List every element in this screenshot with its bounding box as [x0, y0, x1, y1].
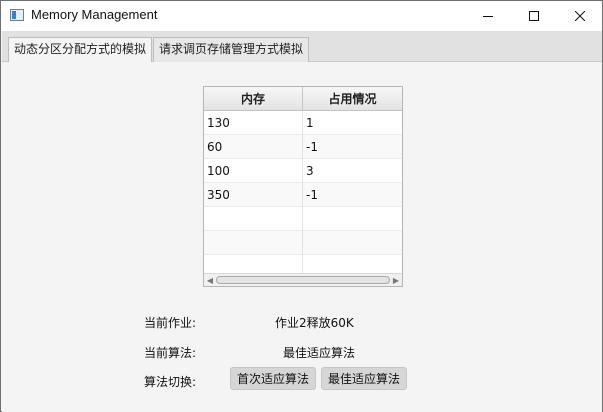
scroll-left-icon[interactable]: ◀ — [204, 274, 216, 286]
scroll-right-icon[interactable]: ▶ — [390, 274, 402, 286]
table-body: 130 1 60 -1 100 3 350 -1 — [204, 111, 402, 279]
horizontal-scrollbar[interactable]: ◀ ▶ — [204, 273, 402, 286]
minimize-icon — [483, 16, 493, 17]
tab-bar: 动态分区分配方式的模拟 请求调页存储管理方式模拟 — [2, 31, 602, 63]
app-icon — [10, 9, 24, 21]
algorithm-switch-label: 算法切换: — [144, 375, 197, 389]
current-algorithm-value: 最佳适应算法 — [283, 346, 356, 360]
current-job-label: 当前作业: — [144, 316, 197, 330]
minimize-button[interactable] — [465, 1, 511, 31]
table-row[interactable]: 60 -1 — [204, 135, 402, 159]
current-algorithm-label: 当前算法: — [144, 346, 197, 360]
close-button[interactable] — [557, 1, 603, 31]
table-row[interactable]: 100 3 — [204, 159, 402, 183]
cell-occupancy: 1 — [306, 116, 314, 130]
title-bar[interactable]: Memory Management — [1, 1, 602, 31]
column-header-memory[interactable]: 内存 — [204, 87, 303, 111]
cell-memory: 130 — [204, 111, 303, 135]
memory-table[interactable]: 内存 占用情况 130 1 60 -1 100 3 350 -1 ◀ ▶ — [203, 86, 403, 287]
cell-occupancy — [303, 207, 402, 231]
maximize-icon — [529, 11, 539, 21]
cell-memory: 350 — [204, 183, 303, 207]
column-header-occupancy[interactable]: 占用情况 — [303, 87, 402, 111]
cell-memory — [204, 231, 303, 255]
cell-memory — [204, 207, 303, 231]
table-row-empty — [204, 207, 402, 231]
close-icon — [575, 11, 585, 21]
best-fit-button[interactable]: 最佳适应算法 — [321, 367, 408, 390]
table-row[interactable]: 350 -1 — [204, 183, 402, 207]
first-fit-button[interactable]: 首次适应算法 — [230, 367, 317, 390]
cell-occupancy: -1 — [306, 188, 318, 202]
cell-occupancy: -1 — [306, 140, 318, 154]
table-row-empty — [204, 231, 402, 255]
tab-content: 内存 占用情况 130 1 60 -1 100 3 350 -1 ◀ ▶ 当前作… — [2, 62, 602, 412]
scrollbar-thumb[interactable] — [216, 276, 390, 284]
current-job-value: 作业2释放60K — [275, 316, 354, 330]
cell-memory: 60 — [204, 135, 303, 159]
tab-dynamic-partition[interactable]: 动态分区分配方式的模拟 — [8, 37, 153, 63]
tab-demand-paging[interactable]: 请求调页存储管理方式模拟 — [153, 37, 310, 62]
app-window: Memory Management 动态分区分配方式的模拟 请求调页存储管理方式… — [0, 0, 603, 412]
maximize-button[interactable] — [511, 1, 557, 31]
cell-memory: 100 — [204, 159, 303, 183]
window-title: Memory Management — [31, 7, 158, 22]
table-header: 内存 占用情况 — [204, 87, 402, 111]
cell-occupancy — [303, 231, 402, 255]
cell-occupancy: 3 — [306, 164, 314, 178]
table-row[interactable]: 130 1 — [204, 111, 402, 135]
